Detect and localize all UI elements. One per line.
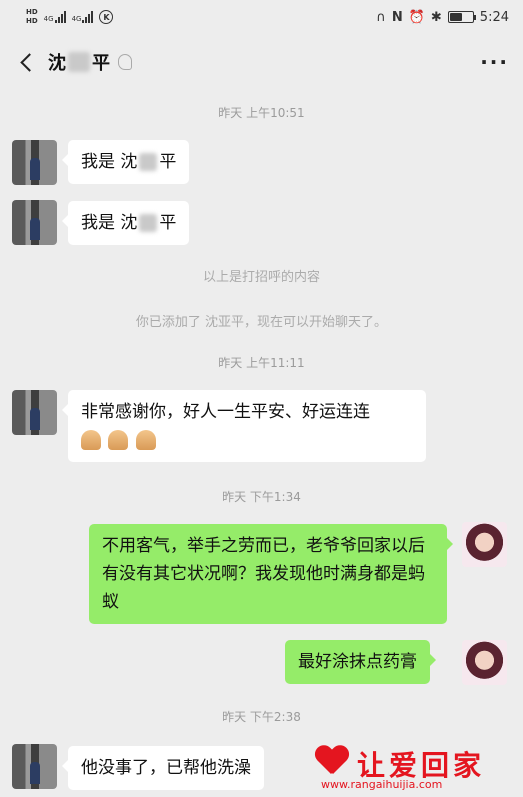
status-left: HD HD 4G 4G K [26,8,114,26]
alarm-icon: ⏰ [408,9,425,25]
my-avatar[interactable] [462,640,507,685]
watermark-logo: 让爱回家 www.rangaihuijia.com [313,744,513,792]
k-icon: K [99,10,114,24]
headset-icon: ∩ [376,9,386,25]
message-text: 我是 沈 [81,152,138,172]
message-text: 平 [159,213,177,233]
signal-icon: 4G [44,11,66,23]
chat-title-prefix: 沈 [48,53,66,74]
message-text: 他没事了，已帮他洗澡 [81,758,251,778]
more-options-icon[interactable]: ··· [480,50,509,74]
message-bubble[interactable]: 不用客气，举手之劳而已，老爷爷回家以后有没有其它状况啊？我发现他时满身都是蚂蚁 [89,524,453,624]
watermark-url: www.rangaihuijia.com [321,778,443,791]
name-redaction [68,52,90,72]
status-bar: HD HD 4G 4G K ∩ N ⏰ ✱ 5:24 [0,0,523,34]
hd-label: HD [26,17,38,25]
network-type: 4G [43,15,54,23]
message-text: 最好涂抹点药膏 [298,652,417,672]
chat-title-suffix: 平 [92,53,110,74]
message-text: 不用客气，举手之劳而已，老爷爷回家以后有没有其它状况啊？我发现他时满身都是蚂蚁 [102,536,425,612]
message-bubble[interactable]: 最好涂抹点药膏 [285,640,436,684]
heart-logo-icon [315,746,349,776]
praying-hands-icon [135,430,156,450]
nfc-icon: N [391,9,403,25]
clock: 5:24 [479,9,509,25]
message-bubble[interactable]: 他没事了，已帮他洗澡 [62,746,264,790]
chat-title[interactable]: 沈 平 [48,49,132,75]
contact-avatar[interactable] [12,390,57,435]
back-arrow-icon[interactable] [14,48,42,76]
contact-avatar[interactable] [12,140,57,185]
bluetooth-icon: ✱ [430,9,442,25]
timestamp: 昨天 下午1:34 [222,490,301,504]
message-text: 平 [159,152,177,172]
contact-avatar[interactable] [12,200,57,245]
name-redaction [139,214,158,232]
hd-indicator: HD HD [26,8,38,26]
timestamp: 昨天 上午10:51 [218,106,305,120]
praying-hands-icon [81,430,101,450]
chat-header: 沈 平 ··· [0,34,523,90]
message-bubble[interactable]: 非常感谢你，好人一生平安、好运连连 [62,390,426,462]
message-text: 非常感谢你，好人一生平安、好运连连 [81,402,370,422]
praying-hands-icon [108,430,129,450]
emoji-row [81,426,413,454]
contact-avatar[interactable] [12,744,57,789]
signal-icon: 4G [72,11,94,23]
status-right: ∩ N ⏰ ✱ 5:24 [376,10,509,25]
timestamp: 昨天 下午2:38 [222,710,301,724]
message-text: 我是 沈 [81,213,138,233]
hd-label: HD [26,8,38,16]
message-bubble[interactable]: 我是 沈 平 [61,140,190,184]
my-avatar[interactable] [462,522,507,567]
message-bubble[interactable]: 我是 沈 平 [61,201,190,245]
system-message: 你已添加了 沈亚平，现在可以开始聊天了。 [135,315,388,330]
timestamp: 昨天 上午11:11 [218,356,305,370]
network-type: 4G [71,15,82,23]
battery-icon [447,11,476,23]
mute-ear-icon [118,54,132,70]
system-message: 以上是打招呼的内容 [202,270,320,285]
name-redaction [139,153,158,171]
